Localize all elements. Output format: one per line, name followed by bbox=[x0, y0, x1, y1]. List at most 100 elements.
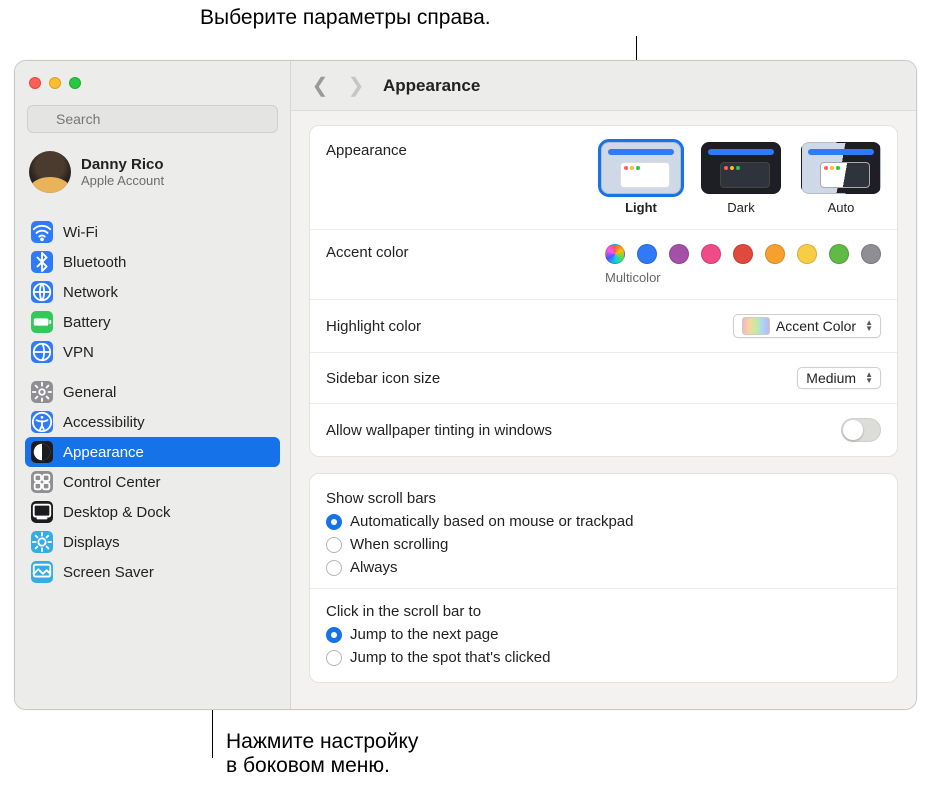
accent-swatch-2f7af7[interactable] bbox=[637, 244, 657, 264]
show-scroll-bars-option-label: When scrolling bbox=[350, 536, 448, 553]
click-scroll-bar-option[interactable]: Jump to the spot that's clicked bbox=[326, 649, 881, 666]
sidebar-item-wi-fi[interactable]: Wi-Fi bbox=[25, 217, 280, 247]
sidebar-item-label: Wi-Fi bbox=[63, 224, 98, 241]
show-scroll-bars-option[interactable]: Automatically based on mouse or trackpad bbox=[326, 513, 881, 530]
titlebar bbox=[15, 61, 290, 105]
vpn-icon bbox=[31, 341, 53, 363]
sidebar-icon-size-value: Medium bbox=[806, 370, 856, 386]
sidebar-item-label: Displays bbox=[63, 534, 120, 551]
highlight-swatch-icon bbox=[742, 317, 770, 335]
account-name: Danny Rico bbox=[81, 156, 164, 173]
highlight-color-popup[interactable]: Accent Color ▲▼ bbox=[733, 314, 881, 338]
sidebar-item-label: Bluetooth bbox=[63, 254, 126, 271]
window-close-button[interactable] bbox=[29, 77, 41, 89]
accent-swatch-f6a12f[interactable] bbox=[765, 244, 785, 264]
sidebar-item-desktop-dock[interactable]: Desktop & Dock bbox=[25, 497, 280, 527]
sidebar-icon-size-label: Sidebar icon size bbox=[326, 370, 440, 387]
forward-button[interactable]: ❯ bbox=[347, 73, 365, 98]
accent-swatch-5fba46[interactable] bbox=[829, 244, 849, 264]
show-scroll-bars-title: Show scroll bars bbox=[326, 490, 881, 507]
accent-swatch-e0493e[interactable] bbox=[733, 244, 753, 264]
content: ❮ ❯ Appearance Appearance Light Dark Auto … bbox=[291, 61, 916, 709]
sidebar-item-label: Control Center bbox=[63, 474, 161, 491]
appearance-option-dark[interactable]: Dark bbox=[701, 142, 781, 215]
window-minimize-button[interactable] bbox=[49, 77, 61, 89]
sidebar-item-displays[interactable]: Displays bbox=[25, 527, 280, 557]
accent-swatch-f7cd46[interactable] bbox=[797, 244, 817, 264]
click-scroll-bar-option-label: Jump to the spot that's clicked bbox=[350, 649, 550, 666]
accent-swatch-ef4b88[interactable] bbox=[701, 244, 721, 264]
appearance-label: Appearance bbox=[326, 142, 407, 159]
account-sub: Apple Account bbox=[81, 173, 164, 188]
bat-icon bbox=[31, 311, 53, 333]
radio-icon bbox=[326, 560, 342, 576]
annotation-top: Выберите параметры справа. bbox=[200, 6, 491, 30]
appearance-option-label: Light bbox=[601, 200, 681, 215]
appearance-option-light[interactable]: Light bbox=[601, 142, 681, 215]
cc-icon bbox=[31, 471, 53, 493]
appearance-option-label: Auto bbox=[801, 200, 881, 215]
show-scroll-bars-option[interactable]: When scrolling bbox=[326, 536, 881, 553]
bt-icon bbox=[31, 251, 53, 273]
sidebar-item-label: Accessibility bbox=[63, 414, 145, 431]
dd-icon bbox=[31, 501, 53, 523]
card-scrolling: Show scroll bars Automatically based on … bbox=[309, 473, 898, 683]
settings-window: Danny Rico Apple Account Wi-Fi Bluetooth N… bbox=[14, 60, 917, 710]
appearance-thumb-auto bbox=[801, 142, 881, 194]
radio-icon bbox=[326, 537, 342, 553]
page-title: Appearance bbox=[383, 76, 480, 96]
radio-icon bbox=[326, 514, 342, 530]
sidebar-item-control-center[interactable]: Control Center bbox=[25, 467, 280, 497]
chevron-updown-icon: ▲▼ bbox=[862, 320, 876, 332]
sidebar-item-battery[interactable]: Battery bbox=[25, 307, 280, 337]
wifi-icon bbox=[31, 221, 53, 243]
sidebar-item-network[interactable]: Network bbox=[25, 277, 280, 307]
sidebar-item-label: General bbox=[63, 384, 116, 401]
click-scroll-bar-option[interactable]: Jump to the next page bbox=[326, 626, 881, 643]
show-scroll-bars-option[interactable]: Always bbox=[326, 559, 881, 576]
avatar bbox=[29, 151, 71, 193]
wallpaper-tinting-toggle[interactable] bbox=[841, 418, 881, 442]
search-wrap bbox=[15, 105, 290, 141]
card-appearance: Appearance Light Dark Auto Accent color Mu… bbox=[309, 125, 898, 457]
account-row[interactable]: Danny Rico Apple Account bbox=[15, 141, 290, 207]
accent-swatch-8e8e93[interactable] bbox=[861, 244, 881, 264]
sidebar-item-vpn[interactable]: VPN bbox=[25, 337, 280, 367]
ss-icon bbox=[31, 561, 53, 583]
appearance-option-label: Dark bbox=[701, 200, 781, 215]
accent-swatch-multicolor[interactable] bbox=[605, 244, 625, 264]
pane: Appearance Light Dark Auto Accent color Mu… bbox=[291, 111, 916, 709]
sidebar-item-label: Network bbox=[63, 284, 118, 301]
sidebar-item-label: Desktop & Dock bbox=[63, 504, 171, 521]
accent-selected-caption: Multicolor bbox=[605, 270, 661, 285]
sidebar-item-label: VPN bbox=[63, 344, 94, 361]
highlight-color-label: Highlight color bbox=[326, 318, 421, 335]
radio-icon bbox=[326, 627, 342, 643]
sidebar-item-screen-saver[interactable]: Screen Saver bbox=[25, 557, 280, 587]
sidebar-item-accessibility[interactable]: Accessibility bbox=[25, 407, 280, 437]
sidebar: Danny Rico Apple Account Wi-Fi Bluetooth N… bbox=[15, 61, 291, 709]
toolbar: ❮ ❯ Appearance bbox=[291, 61, 916, 111]
sidebar-item-appearance[interactable]: Appearance bbox=[25, 437, 280, 467]
appearance-thumb-dark bbox=[701, 142, 781, 194]
appearance-option-auto[interactable]: Auto bbox=[801, 142, 881, 215]
click-scroll-bar-title: Click in the scroll bar to bbox=[326, 603, 881, 620]
sidebar-nav: Wi-Fi Bluetooth Network Battery VPN General A… bbox=[15, 207, 290, 709]
disp-icon bbox=[31, 531, 53, 553]
radio-icon bbox=[326, 650, 342, 666]
click-scroll-bar-option-label: Jump to the next page bbox=[350, 626, 498, 643]
accent-color-label: Accent color bbox=[326, 244, 409, 261]
search-input[interactable] bbox=[27, 105, 278, 133]
sidebar-item-label: Screen Saver bbox=[63, 564, 154, 581]
sidebar-item-general[interactable]: General bbox=[25, 377, 280, 407]
highlight-color-value: Accent Color bbox=[776, 318, 856, 334]
back-button[interactable]: ❮ bbox=[311, 73, 329, 98]
show-scroll-bars-option-label: Automatically based on mouse or trackpad bbox=[350, 513, 633, 530]
gear-icon bbox=[31, 381, 53, 403]
window-zoom-button[interactable] bbox=[69, 77, 81, 89]
accent-swatch-a550a7[interactable] bbox=[669, 244, 689, 264]
sidebar-item-bluetooth[interactable]: Bluetooth bbox=[25, 247, 280, 277]
sidebar-item-label: Appearance bbox=[63, 444, 144, 461]
sidebar-icon-size-popup[interactable]: Medium ▲▼ bbox=[797, 367, 881, 389]
sidebar-item-label: Battery bbox=[63, 314, 111, 331]
